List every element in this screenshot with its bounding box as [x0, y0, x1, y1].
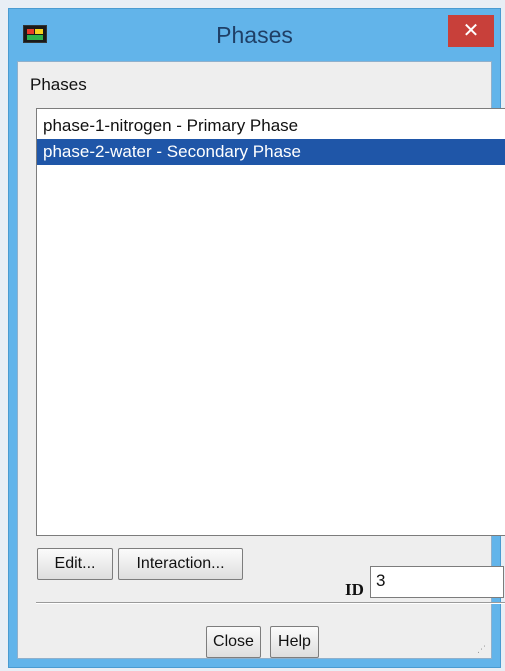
list-item-phase-2-water[interactable]: phase-2-water - Secondary Phase: [37, 139, 505, 165]
edit-button[interactable]: Edit...: [37, 548, 113, 580]
close-button[interactable]: Close: [206, 626, 261, 658]
list-item-phase-1-nitrogen[interactable]: phase-1-nitrogen - Primary Phase: [37, 113, 505, 139]
dialog-body: Phases phase-1-nitrogen - Primary Phase …: [17, 61, 505, 659]
window-title: Phases: [216, 22, 293, 48]
separator: [36, 602, 505, 604]
resize-grip-icon[interactable]: ⋰: [477, 644, 487, 654]
phases-group-label: Phases: [30, 75, 87, 94]
phases-dialog: Phases ✕ Phases phase-1-nitrogen - Prima…: [8, 8, 505, 668]
id-label: ID: [345, 580, 364, 599]
phases-list[interactable]: phase-1-nitrogen - Primary Phase phase-2…: [36, 108, 505, 536]
help-button[interactable]: Help: [270, 626, 319, 658]
id-field[interactable]: 3: [370, 566, 504, 598]
interaction-button[interactable]: Interaction...: [118, 548, 243, 580]
title-bar[interactable]: Phases ✕: [9, 9, 500, 61]
close-window-icon[interactable]: ✕: [448, 15, 494, 47]
